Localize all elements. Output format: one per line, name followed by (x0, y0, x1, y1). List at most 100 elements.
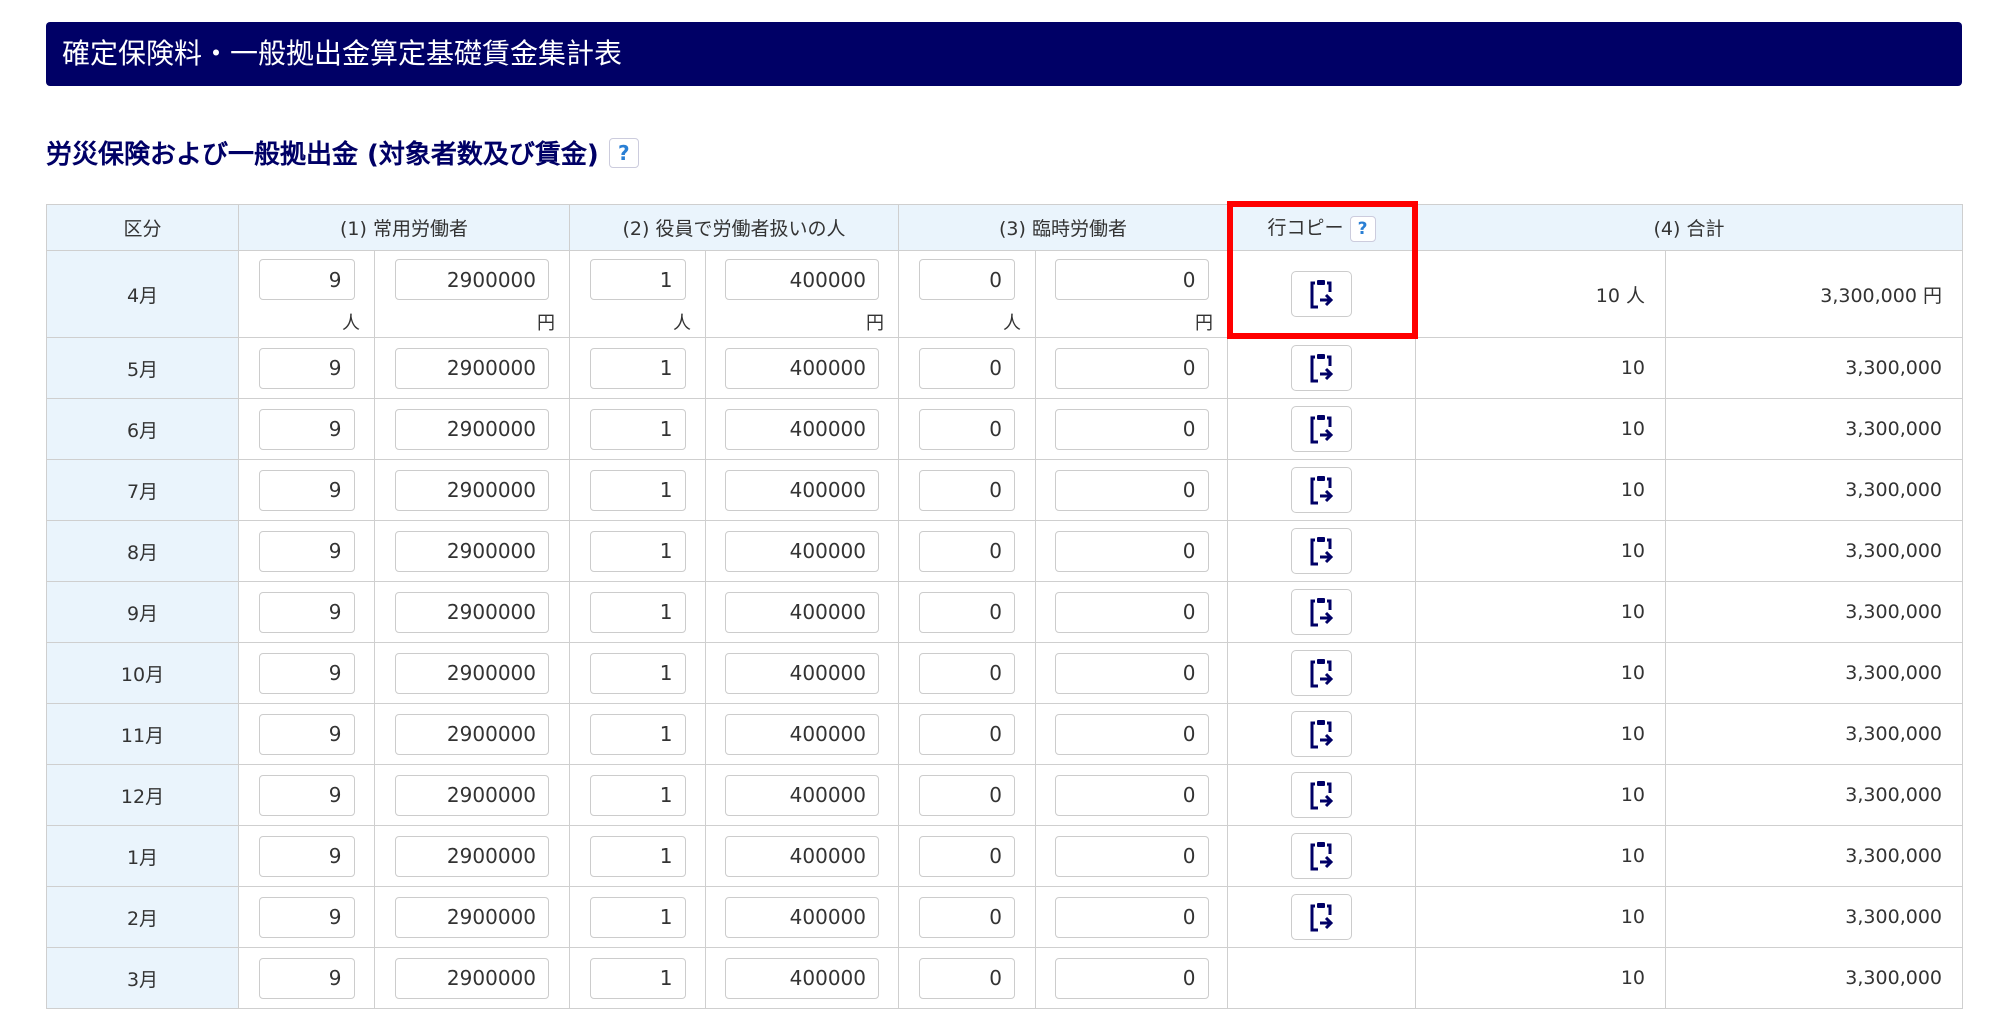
officer-wage-input[interactable] (725, 896, 879, 938)
temp-wage-input[interactable] (1054, 835, 1209, 877)
officer-wage-input[interactable] (725, 408, 879, 450)
officer-wage-input[interactable] (725, 957, 879, 999)
officer-wage-input[interactable] (725, 469, 879, 511)
temp-count-input[interactable] (919, 469, 1015, 511)
officer-count-input[interactable] (589, 774, 686, 816)
temp-count-input[interactable] (919, 652, 1015, 694)
regular-count-input[interactable] (258, 652, 355, 694)
temp-wage-input[interactable] (1054, 713, 1209, 755)
officer-count-input[interactable] (589, 713, 686, 755)
regular-wage-input[interactable] (395, 347, 549, 389)
regular-wage-cell (374, 764, 570, 826)
officer-count-input[interactable] (589, 259, 686, 300)
total-wage: 3,300,000 円 (1665, 250, 1963, 338)
officer-count-input[interactable] (589, 591, 686, 633)
total-wage: 3,300,000 (1665, 581, 1963, 643)
regular-count-input[interactable] (258, 469, 355, 511)
regular-count-input[interactable] (258, 591, 355, 633)
regular-wage-input[interactable] (395, 469, 549, 511)
officer-count-input[interactable] (589, 347, 686, 389)
temp-count-input[interactable] (919, 259, 1015, 300)
officer-wage-input[interactable] (725, 713, 879, 755)
temp-wage-input[interactable] (1054, 652, 1209, 694)
officer-count-cell (569, 703, 706, 765)
regular-count-input[interactable] (258, 259, 355, 300)
regular-wage-input[interactable] (395, 835, 549, 877)
regular-wage-input[interactable] (395, 652, 549, 694)
regular-wage-input[interactable] (395, 591, 549, 633)
regular-wage-input[interactable] (395, 713, 549, 755)
clipboard-arrow-icon (1309, 658, 1335, 688)
regular-count-cell (238, 947, 375, 1009)
officer-wage-input[interactable] (725, 530, 879, 572)
regular-wage-cell (374, 886, 570, 948)
temp-count-cell (898, 825, 1036, 887)
temp-count-input[interactable] (919, 713, 1015, 755)
regular-count-input[interactable] (258, 896, 355, 938)
temp-wage-input[interactable] (1054, 774, 1209, 816)
table-row: 8月 103,300,000 (46, 520, 1963, 582)
temp-count-input[interactable] (919, 408, 1015, 450)
row-copy-button[interactable] (1291, 528, 1352, 574)
officer-wage-input[interactable] (725, 652, 879, 694)
officer-wage-cell (705, 886, 899, 948)
section-help-button[interactable]: ? (608, 137, 639, 168)
temp-count-input[interactable] (919, 957, 1015, 999)
officer-count-input[interactable] (589, 835, 686, 877)
regular-count-input[interactable] (258, 835, 355, 877)
temp-count-input[interactable] (919, 530, 1015, 572)
regular-count-input[interactable] (258, 957, 355, 999)
row-copy-help-button[interactable]: ? (1349, 216, 1376, 242)
row-copy-button[interactable] (1291, 833, 1352, 879)
officer-count-input[interactable] (589, 408, 686, 450)
officer-count-input[interactable] (589, 530, 686, 572)
temp-wage-input[interactable] (1054, 530, 1209, 572)
temp-count-input[interactable] (919, 896, 1015, 938)
regular-count-input[interactable] (258, 774, 355, 816)
temp-wage-input[interactable] (1054, 347, 1209, 389)
regular-wage-input[interactable] (395, 774, 549, 816)
temp-wage-input[interactable] (1054, 896, 1209, 938)
temp-count-input[interactable] (919, 835, 1015, 877)
row-copy-button[interactable] (1291, 467, 1352, 513)
row-copy-button[interactable] (1291, 650, 1352, 696)
regular-count-input[interactable] (258, 408, 355, 450)
row-copy-button[interactable] (1291, 271, 1352, 317)
officer-count-input[interactable] (589, 469, 686, 511)
officer-count-input[interactable] (589, 896, 686, 938)
temp-wage-input[interactable] (1054, 259, 1209, 300)
temp-wage-input[interactable] (1054, 957, 1209, 999)
temp-wage-input[interactable] (1054, 408, 1209, 450)
regular-count-input[interactable] (258, 347, 355, 389)
regular-wage-input[interactable] (395, 530, 549, 572)
officer-wage-input[interactable] (725, 347, 879, 389)
regular-count-input[interactable] (258, 530, 355, 572)
row-copy-button[interactable] (1291, 406, 1352, 452)
officer-wage-input[interactable] (725, 774, 879, 816)
row-copy-button[interactable] (1291, 345, 1352, 391)
regular-wage-input[interactable] (395, 896, 549, 938)
officer-wage-input[interactable] (725, 835, 879, 877)
temp-wage-input[interactable] (1054, 469, 1209, 511)
regular-count-input[interactable] (258, 713, 355, 755)
officer-wage-cell (705, 642, 899, 704)
row-copy-button[interactable] (1291, 772, 1352, 818)
officer-count-input[interactable] (589, 957, 686, 999)
regular-count-cell (238, 886, 375, 948)
temp-wage-input[interactable] (1054, 591, 1209, 633)
temp-count-input[interactable] (919, 591, 1015, 633)
regular-wage-input[interactable] (395, 408, 549, 450)
regular-wage-input[interactable] (395, 259, 549, 300)
month-label: 1月 (46, 825, 239, 887)
officer-count-input[interactable] (589, 652, 686, 694)
temp-count-cell (898, 520, 1036, 582)
row-copy-button[interactable] (1291, 589, 1352, 635)
row-copy-button[interactable] (1291, 894, 1352, 940)
temp-count-input[interactable] (919, 774, 1015, 816)
row-copy-button[interactable] (1291, 711, 1352, 757)
regular-wage-input[interactable] (395, 957, 549, 999)
temp-count-input[interactable] (919, 347, 1015, 389)
header-row-copy-label: 行コピー (1267, 217, 1344, 239)
officer-wage-input[interactable] (725, 259, 879, 300)
officer-wage-input[interactable] (725, 591, 879, 633)
